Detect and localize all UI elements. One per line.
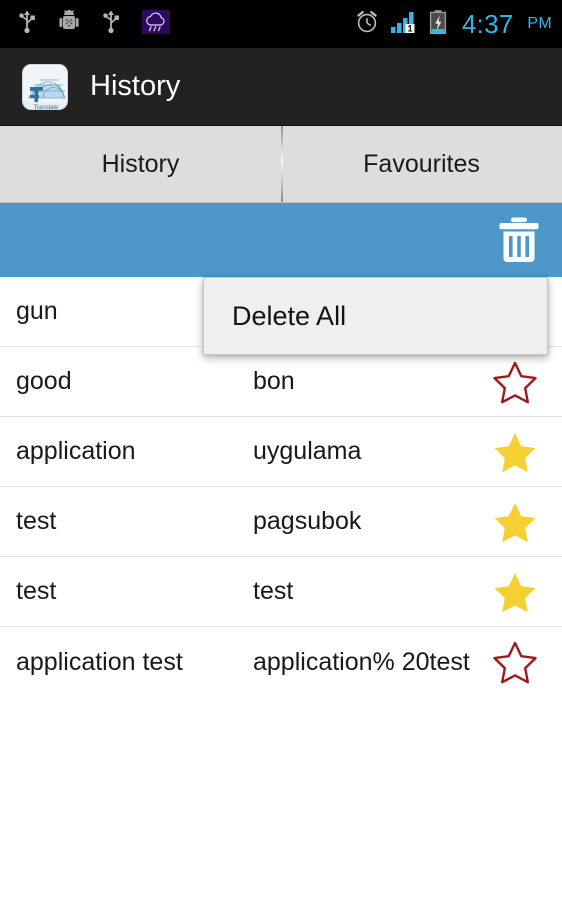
table-row[interactable]: application uygulama (0, 417, 562, 487)
status-bar-left-icons (18, 9, 354, 40)
table-row[interactable]: test pagsubok (0, 487, 562, 557)
menu-item-delete-all[interactable]: Delete All (204, 278, 547, 354)
tab-history-label: History (101, 149, 180, 178)
row-source-text: test (16, 507, 57, 535)
table-row[interactable]: application test application% 20test (0, 627, 562, 697)
favourite-star-filled-icon[interactable] (484, 430, 546, 474)
row-target-text: application% 20test (253, 647, 470, 676)
row-source-text: application test (16, 647, 183, 676)
row-target-text: bon (253, 367, 295, 395)
favourite-star-outline-icon[interactable] (484, 360, 546, 404)
table-row[interactable]: test test (0, 557, 562, 627)
tab-history[interactable]: History (0, 126, 281, 202)
translate-globe-icon[interactable]: Translate (22, 63, 68, 110)
status-bar-right-icons: 1 4:37 PM (354, 9, 552, 40)
tab-favourites-label: Favourites (363, 149, 480, 178)
overflow-popup-menu: Delete All (203, 277, 548, 355)
row-target-text: uygulama (253, 437, 362, 465)
menu-item-delete-all-label: Delete All (232, 300, 347, 331)
list-toolbar (0, 203, 562, 277)
row-target-text: pagsubok (253, 507, 362, 535)
table-row[interactable]: good bon (0, 347, 562, 417)
page-title: History (90, 70, 181, 102)
svg-text:Translate: Translate (34, 105, 59, 110)
weather-rain-icon (142, 9, 170, 40)
row-source-text: good (16, 367, 72, 395)
trash-icon[interactable] (493, 214, 545, 266)
svg-text:1: 1 (407, 23, 412, 33)
row-source-text: test (16, 577, 57, 605)
row-target-text: test (253, 577, 294, 605)
tab-bar: History Favourites (0, 126, 562, 203)
status-bar-clock: 4:37 (461, 8, 514, 39)
favourite-star-filled-icon[interactable] (484, 500, 546, 544)
signal-bars-icon: 1 (390, 9, 418, 40)
action-bar: Translate History (0, 48, 562, 126)
usb-icon (102, 9, 120, 40)
favourite-star-filled-icon[interactable] (484, 570, 546, 614)
usb-icon (18, 9, 36, 40)
tab-favourites[interactable]: Favourites (281, 126, 562, 202)
row-source-text: application (16, 437, 136, 465)
status-bar: 1 4:37 PM (0, 0, 562, 48)
alarm-clock-icon (354, 9, 380, 40)
status-bar-clock-ampm: PM (527, 15, 552, 32)
favourite-star-outline-icon[interactable] (484, 640, 546, 684)
battery-charging-icon (428, 9, 448, 40)
android-debug-icon (58, 9, 80, 40)
